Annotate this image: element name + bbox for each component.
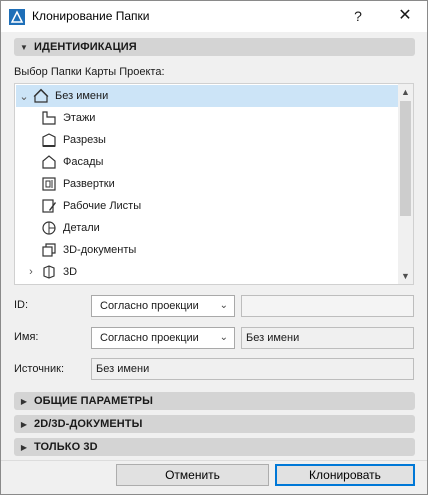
interior-elevations-icon <box>40 176 58 192</box>
name-label: Имя: <box>14 331 39 343</box>
expanded-triangle-icon: ▼ <box>20 42 28 52</box>
house-icon <box>32 88 50 104</box>
tree-item-worksheets[interactable]: Рабочие Листы <box>16 195 399 217</box>
tree-item-label: Развертки <box>63 178 115 190</box>
chevron-down-icon: ⌄ <box>219 300 228 311</box>
tree-item-label: Этажи <box>63 112 96 124</box>
tree-item-interior-elevations[interactable]: Развертки <box>16 173 399 195</box>
clone-button[interactable]: Клонировать <box>275 464 415 486</box>
scroll-down-arrow-icon[interactable]: ▼ <box>398 268 413 284</box>
collapsed-triangle-icon: ▶ <box>20 419 28 429</box>
tree-item-sections[interactable]: Разрезы <box>16 129 399 151</box>
title-bar: Клонирование Папки ? ✕ <box>1 1 427 32</box>
tree-item-root[interactable]: ⌄ Без имени <box>16 85 399 107</box>
section-2d3d-label: 2D/3D-ДОКУМЕНТЫ <box>34 418 143 430</box>
project-map-tree[interactable]: ⌄ Без имени Этажи Разрезы Фасады Разверт… <box>14 83 414 285</box>
id-field[interactable] <box>241 295 414 317</box>
tree-item-details[interactable]: Детали <box>16 217 399 239</box>
3d-documents-icon <box>40 242 58 258</box>
worksheets-icon <box>40 198 58 214</box>
details-icon <box>40 220 58 236</box>
cancel-button[interactable]: Отменить <box>116 464 269 486</box>
tree-item-label: Детали <box>63 222 100 234</box>
id-label: ID: <box>14 299 29 311</box>
source-label: Источник: <box>14 363 65 375</box>
chevron-down-icon[interactable]: ⌄ <box>16 90 32 103</box>
elevations-icon <box>40 154 58 170</box>
tree-item-3d[interactable]: › 3D <box>16 261 399 283</box>
tree-item-label: Рабочие Листы <box>63 200 142 212</box>
chevron-down-icon: ⌄ <box>219 332 228 343</box>
id-combo-value: Согласно проекции <box>100 300 199 312</box>
tree-item-stories[interactable]: Этажи <box>16 107 399 129</box>
chevron-right-icon[interactable]: › <box>24 266 38 278</box>
tree-item-label: Без имени <box>55 90 109 102</box>
section-identification[interactable]: ▼ ИДЕНТИФИКАЦИЯ <box>14 38 415 56</box>
footer-divider <box>1 460 427 461</box>
id-combo[interactable]: Согласно проекции ⌄ <box>91 295 235 317</box>
tree-scrollbar[interactable]: ▲ ▼ <box>398 84 413 284</box>
close-button[interactable]: ✕ <box>396 7 414 25</box>
source-field: Без имени <box>91 358 414 380</box>
tree-item-3d-documents[interactable]: 3D-документы <box>16 239 399 261</box>
help-button[interactable]: ? <box>349 7 367 25</box>
stories-icon <box>40 110 58 126</box>
section-general-label: ОБЩИЕ ПАРАМЕТРЫ <box>34 395 153 407</box>
name-combo[interactable]: Согласно проекции ⌄ <box>91 327 235 349</box>
scroll-up-arrow-icon[interactable]: ▲ <box>398 84 413 100</box>
clone-folder-dialog: Клонирование Папки ? ✕ ▼ ИДЕНТИФИКАЦИЯ В… <box>0 0 428 495</box>
archicad-app-icon <box>9 9 25 25</box>
section-only-3d-label: ТОЛЬКО 3D <box>34 441 98 453</box>
tree-item-label: 3D-документы <box>63 244 137 256</box>
tree-label: Выбор Папки Карты Проекта: <box>14 66 165 78</box>
tree-item-elevations[interactable]: Фасады <box>16 151 399 173</box>
tree-item-label: 3D <box>63 266 78 278</box>
section-2d3d-documents[interactable]: ▶ 2D/3D-ДОКУМЕНТЫ <box>14 415 415 433</box>
3d-icon <box>40 264 58 280</box>
window-title: Клонирование Папки <box>32 9 150 23</box>
section-only-3d[interactable]: ▶ ТОЛЬКО 3D <box>14 438 415 456</box>
collapsed-triangle-icon: ▶ <box>20 442 28 452</box>
name-field[interactable]: Без имени <box>241 327 414 349</box>
tree-item-label: Фасады <box>63 156 104 168</box>
section-general[interactable]: ▶ ОБЩИЕ ПАРАМЕТРЫ <box>14 392 415 410</box>
collapsed-triangle-icon: ▶ <box>20 396 28 406</box>
section-identification-label: ИДЕНТИФИКАЦИЯ <box>34 41 137 53</box>
tree-item-label: Разрезы <box>63 134 106 146</box>
sections-icon <box>40 132 58 148</box>
scroll-thumb[interactable] <box>400 101 411 216</box>
name-combo-value: Согласно проекции <box>100 332 199 344</box>
